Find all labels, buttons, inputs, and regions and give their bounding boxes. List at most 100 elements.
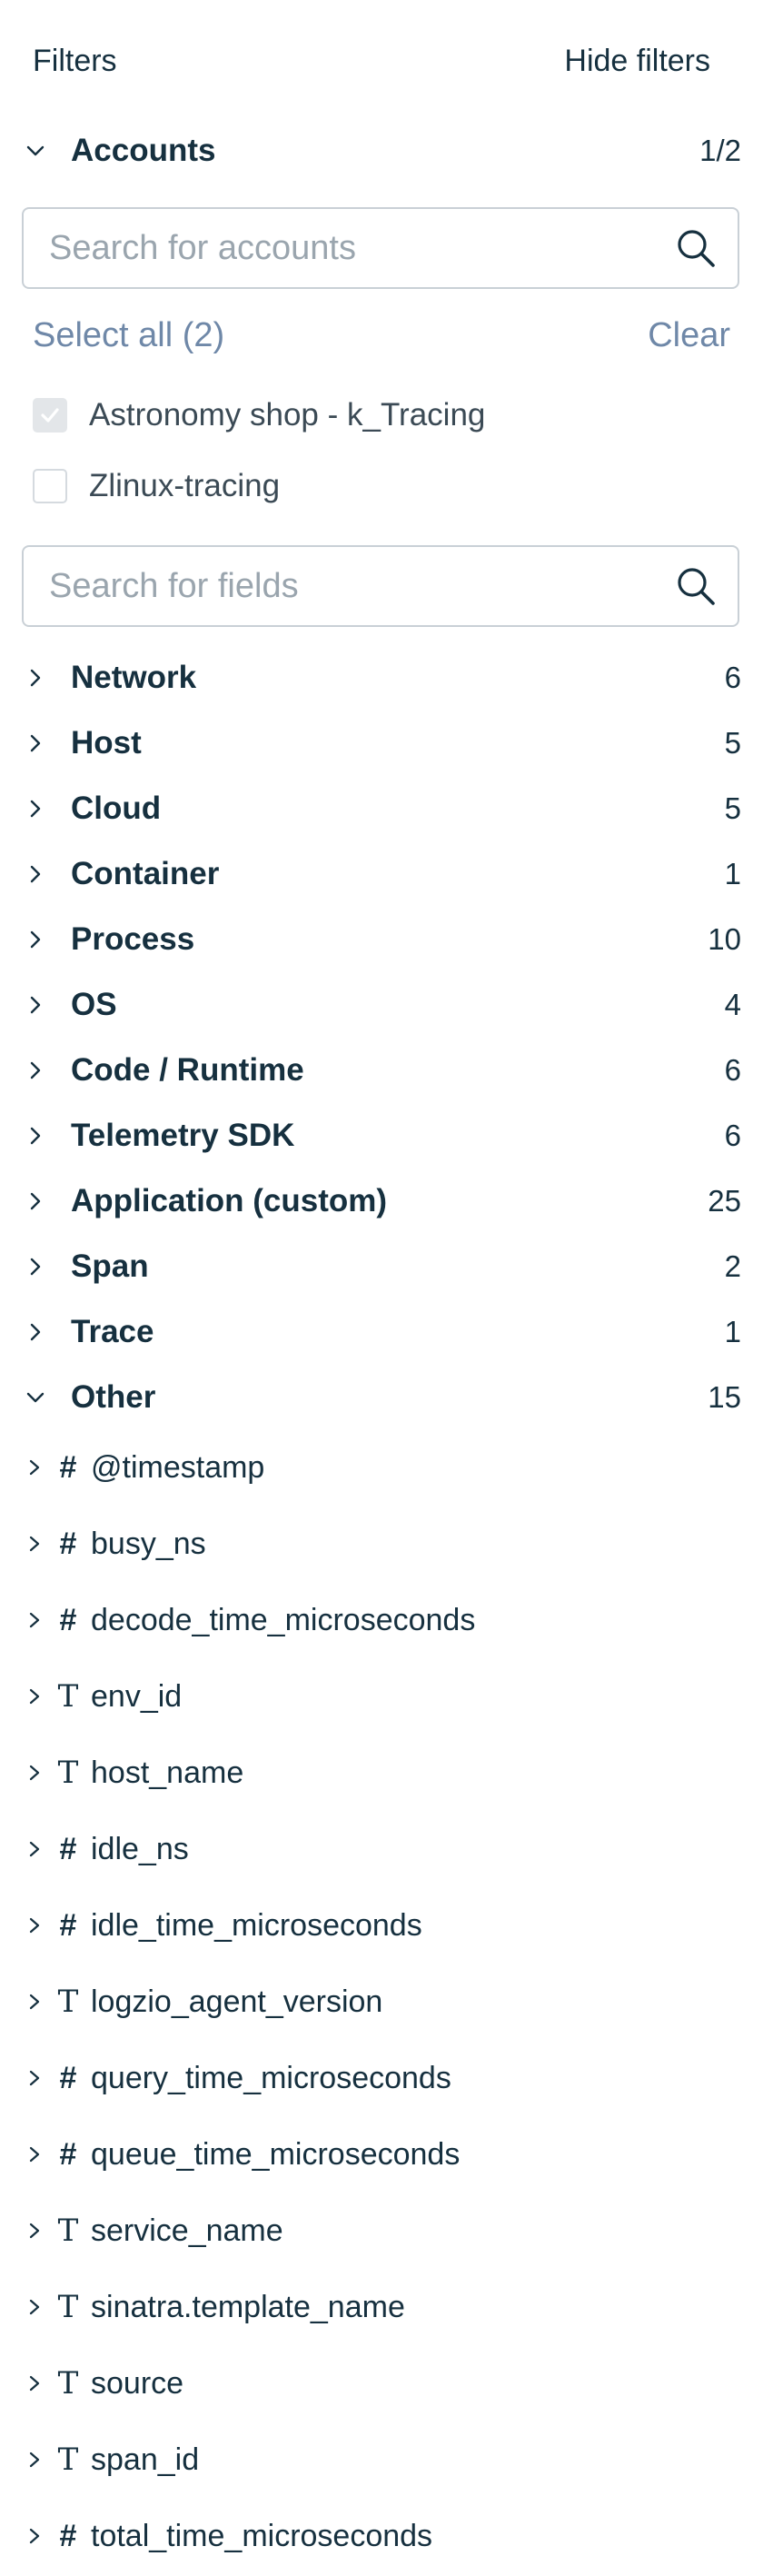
chevron-right-icon — [25, 1762, 44, 1784]
field-row[interactable]: T sinatra.template_name — [25, 2282, 734, 2332]
chevron-right-icon — [25, 1686, 44, 1707]
number-type-icon: # — [59, 2518, 77, 2553]
select-all-button[interactable]: Select all (2) — [33, 316, 224, 355]
chevron-right-icon — [22, 1253, 49, 1280]
chevron-right-icon — [22, 730, 49, 757]
field-row[interactable]: # busy_ns — [25, 1518, 734, 1569]
chevron-right-icon — [22, 991, 49, 1019]
chevron-right-icon — [22, 926, 49, 953]
number-type-icon: # — [59, 1831, 77, 1866]
category-row-cloud[interactable]: Cloud 5 — [22, 783, 741, 834]
number-type-icon: # — [59, 1907, 77, 1943]
field-row[interactable]: # queue_time_microseconds — [25, 2129, 734, 2180]
field-label: total_time_microseconds — [91, 2518, 433, 2553]
chevron-down-icon — [22, 1384, 49, 1411]
accounts-section-toggle[interactable]: Accounts 1/2 — [22, 125, 741, 176]
field-row[interactable]: T span_id — [25, 2434, 734, 2485]
category-count: 25 — [708, 1184, 741, 1218]
category-count: 5 — [724, 791, 741, 825]
category-row-telemetry-sdk[interactable]: Telemetry SDK 6 — [22, 1110, 741, 1161]
field-row[interactable]: # total_time_microseconds — [25, 2511, 734, 2561]
category-label: Code / Runtime — [71, 1052, 304, 1088]
category-count: 6 — [724, 661, 741, 694]
chevron-right-icon — [25, 1915, 44, 1936]
chevron-right-icon — [25, 2449, 44, 2471]
category-label: Application (custom) — [71, 1183, 388, 1218]
search-icon[interactable] — [674, 226, 718, 270]
category-row-code-runtime[interactable]: Code / Runtime 6 — [22, 1045, 741, 1096]
account-label: Astronomy shop - k_Tracing — [89, 397, 486, 433]
category-row-other[interactable]: Other 15 — [22, 1372, 741, 1423]
chevron-right-icon — [25, 1533, 44, 1555]
account-label: Zlinux-tracing — [89, 468, 281, 503]
field-label: busy_ns — [91, 1526, 206, 1561]
field-label: queue_time_microseconds — [91, 2136, 461, 2172]
field-label: idle_time_microseconds — [91, 1907, 422, 1943]
checkbox-checked[interactable] — [33, 398, 67, 433]
clear-button[interactable]: Clear — [648, 316, 730, 355]
category-row-host[interactable]: Host 5 — [22, 718, 741, 769]
category-count: 2 — [724, 1249, 741, 1283]
chevron-right-icon — [22, 664, 49, 691]
category-count: 5 — [724, 726, 741, 760]
field-label: logzio_agent_version — [91, 1984, 383, 2019]
field-row[interactable]: # decode_time_microseconds — [25, 1595, 734, 1646]
filters-title: Filters — [33, 44, 117, 78]
checkbox-unchecked[interactable] — [33, 469, 67, 503]
field-label: sinatra.template_name — [91, 2289, 405, 2324]
number-type-icon: # — [59, 2136, 77, 2172]
chevron-right-icon — [22, 860, 49, 888]
chevron-right-icon — [22, 1057, 49, 1084]
category-label: Telemetry SDK — [71, 1118, 295, 1153]
account-checkbox-item[interactable]: Astronomy shop - k_Tracing — [33, 393, 485, 438]
field-label: span_id — [91, 2442, 200, 2477]
field-row[interactable]: T env_id — [25, 1671, 734, 1722]
chevron-right-icon — [25, 2525, 44, 2547]
number-type-icon: # — [59, 1526, 77, 1561]
field-row[interactable]: # idle_time_microseconds — [25, 1900, 734, 1951]
field-label: query_time_microseconds — [91, 2060, 451, 2095]
field-label: decode_time_microseconds — [91, 1602, 476, 1637]
field-row[interactable]: T host_name — [25, 1747, 734, 1798]
category-row-application-custom[interactable]: Application (custom) 25 — [22, 1176, 741, 1227]
category-row-network[interactable]: Network 6 — [22, 652, 741, 703]
fields-search-input[interactable] — [47, 565, 674, 607]
search-icon[interactable] — [674, 564, 718, 608]
field-row[interactable]: T service_name — [25, 2205, 734, 2256]
accounts-search-input[interactable] — [47, 227, 674, 269]
accounts-label: Accounts — [71, 133, 216, 168]
field-label: service_name — [91, 2213, 283, 2248]
category-count: 6 — [724, 1053, 741, 1087]
fields-search-box — [22, 545, 739, 627]
field-label: host_name — [91, 1755, 244, 1790]
category-row-span[interactable]: Span 2 — [22, 1241, 741, 1292]
accounts-count: 1/2 — [699, 134, 741, 167]
field-row[interactable]: # query_time_microseconds — [25, 2053, 734, 2104]
field-label: env_id — [91, 1678, 183, 1714]
category-label: OS — [71, 987, 117, 1022]
field-row[interactable]: # @timestamp — [25, 1442, 734, 1493]
checkmark-icon — [41, 408, 59, 423]
number-type-icon: # — [59, 1449, 77, 1485]
field-row[interactable]: # idle_ns — [25, 1824, 734, 1875]
account-checkbox-item[interactable]: Zlinux-tracing — [33, 463, 280, 509]
chevron-right-icon — [25, 2220, 44, 2242]
chevron-right-icon — [22, 1122, 49, 1149]
category-row-trace[interactable]: Trace 1 — [22, 1307, 741, 1358]
category-count: 15 — [708, 1380, 741, 1414]
category-count: 6 — [724, 1119, 741, 1152]
category-row-container[interactable]: Container 1 — [22, 849, 741, 900]
hide-filters-button[interactable]: Hide filters — [564, 44, 710, 79]
category-label: Host — [71, 725, 142, 761]
chevron-down-icon — [22, 137, 49, 164]
field-row[interactable]: T source — [25, 2358, 734, 2409]
text-type-icon: T — [57, 1755, 79, 1791]
category-row-process[interactable]: Process 10 — [22, 914, 741, 965]
category-row-os[interactable]: OS 4 — [22, 980, 741, 1030]
chevron-right-icon — [25, 1838, 44, 1860]
chevron-right-icon — [25, 1609, 44, 1631]
number-type-icon: # — [59, 1602, 77, 1637]
category-count: 1 — [724, 857, 741, 890]
filters-panel: Filters Hide filters Accounts 1/2 Select… — [0, 0, 763, 2576]
field-row[interactable]: T logzio_agent_version — [25, 1976, 734, 2027]
